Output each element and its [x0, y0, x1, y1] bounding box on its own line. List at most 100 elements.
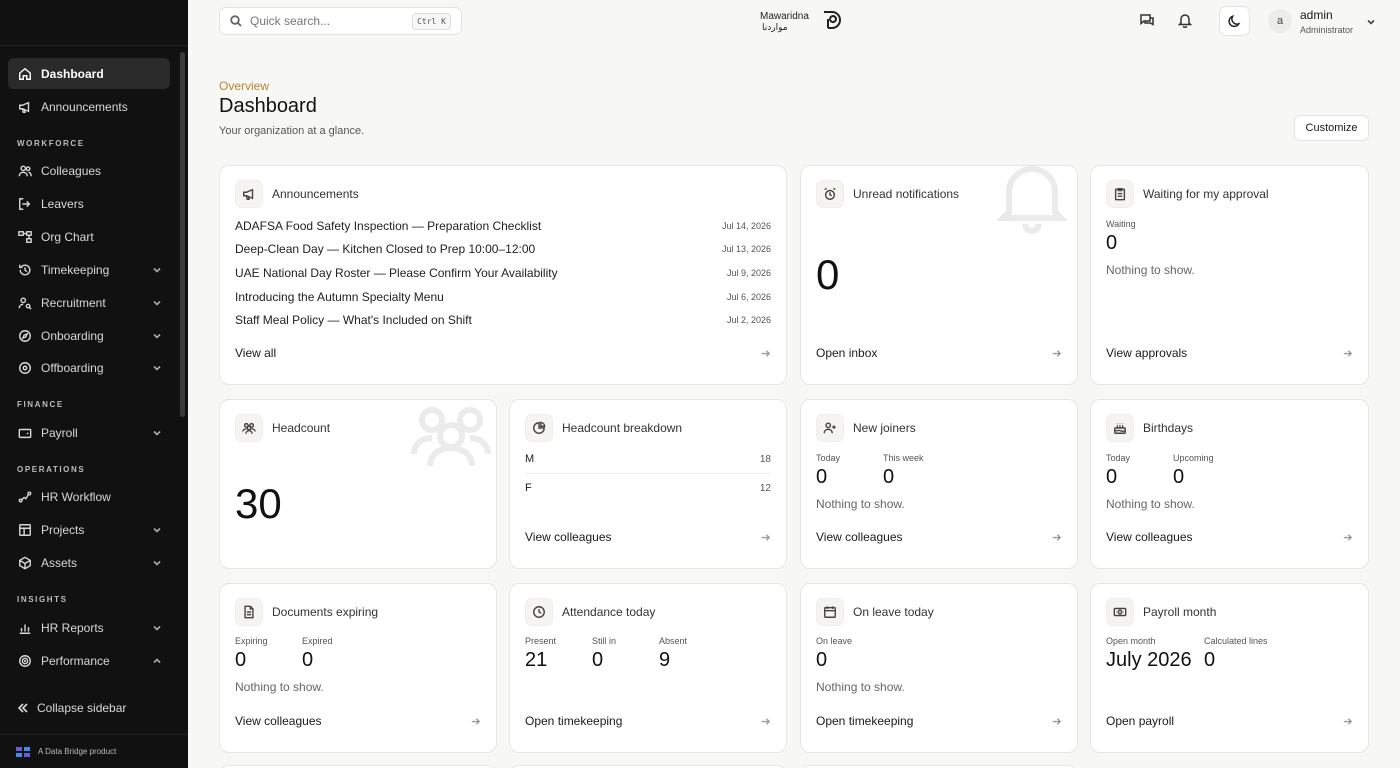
- sidebar-item-offboarding[interactable]: Offboarding: [8, 352, 170, 383]
- chevrons-left-icon: [17, 703, 28, 713]
- announcement-item[interactable]: Introducing the Autumn Specialty Menu Jul…: [235, 289, 771, 305]
- notifications-button[interactable]: [1177, 12, 1195, 30]
- announcement-item[interactable]: ADAFSA Food Safety Inspection — Preparat…: [235, 218, 771, 234]
- sidebar-item-performance[interactable]: Performance: [8, 645, 170, 676]
- sidebar-item-recruitment[interactable]: Recruitment: [8, 287, 170, 318]
- sidebar-scrollbar[interactable]: [180, 52, 185, 417]
- card-footer-link[interactable]: Open timekeeping: [816, 714, 1062, 728]
- chevron-down-icon: [152, 427, 162, 437]
- customize-button[interactable]: Customize: [1294, 115, 1369, 141]
- announcement-title: Deep-Clean Day — Kitchen Closed to Prep …: [235, 242, 536, 256]
- sidebar-item-projects[interactable]: Projects: [8, 514, 170, 545]
- waiting-count: 0: [1106, 232, 1118, 254]
- sidebar-item-label: Colleagues: [41, 163, 102, 178]
- announcement-item[interactable]: UAE National Day Roster — Please Confirm…: [235, 265, 771, 281]
- card-footer-link[interactable]: Open payroll: [1106, 714, 1353, 728]
- sidebar-item-org-chart[interactable]: Org Chart: [8, 221, 170, 252]
- card-title: Headcount: [272, 421, 331, 435]
- card-footer-link[interactable]: View all: [235, 346, 771, 360]
- data-bridge-logo-icon: [16, 746, 30, 757]
- layout-icon: [18, 523, 32, 537]
- card-title: Waiting for my approval: [1143, 187, 1269, 201]
- sidebar-item-colleagues[interactable]: Colleagues: [8, 155, 170, 186]
- search-input[interactable]: [250, 14, 410, 28]
- stat-label: Expiring: [235, 636, 268, 646]
- sidebar-item-onboarding[interactable]: Onboarding: [8, 320, 170, 351]
- brand-name-arabic: مواردنا: [762, 23, 788, 33]
- messages-button[interactable]: [1139, 12, 1157, 30]
- search-icon: [230, 15, 242, 27]
- collapse-sidebar-button[interactable]: Collapse sidebar: [17, 696, 126, 720]
- brand-logo[interactable]: Mawaridna مواردنا: [760, 9, 842, 33]
- moon-icon: [1228, 14, 1241, 27]
- sidebar-section-operations: OPERATIONS: [17, 465, 86, 474]
- bar-chart-icon: [18, 621, 32, 635]
- announcement-date: Jul 14, 2026: [721, 221, 771, 231]
- open-timekeeping-link[interactable]: Open timekeeping: [816, 714, 913, 728]
- search-shortcut: Ctrl K: [412, 13, 451, 30]
- sidebar-item-label: Offboarding: [41, 360, 104, 375]
- view-colleagues-link[interactable]: View colleagues: [525, 530, 612, 544]
- wallet-icon: [18, 426, 32, 440]
- stat-value: 0: [816, 649, 828, 671]
- sidebar-item-label: Dashboard: [41, 66, 104, 81]
- sidebar-item-dashboard[interactable]: Dashboard: [8, 58, 170, 89]
- view-all-link[interactable]: View all: [235, 346, 276, 360]
- open-timekeeping-link[interactable]: Open timekeeping: [525, 714, 622, 728]
- unread-notifications-card: Unread notifications 0 Open inbox: [800, 165, 1078, 385]
- documents-expiring-card: Documents expiring Expiring 0 Expired 0 …: [219, 583, 497, 753]
- headcount-value: 30: [235, 480, 282, 527]
- theme-toggle-button[interactable]: [1219, 6, 1250, 36]
- card-footer-link[interactable]: View colleagues: [816, 530, 1062, 544]
- stat-value: 21: [525, 649, 548, 671]
- card-footer-link[interactable]: View colleagues: [525, 530, 771, 544]
- collapse-sidebar-label: Collapse sidebar: [37, 701, 127, 715]
- user-role: Administrator: [1300, 25, 1354, 35]
- pie-chart-icon: [525, 414, 553, 442]
- sidebar-section-insights: INSIGHTS: [17, 595, 68, 604]
- card-footer-link[interactable]: Open timekeeping: [525, 714, 771, 728]
- stat-label: Calculated lines: [1204, 636, 1268, 646]
- card-footer-link[interactable]: View approvals: [1106, 346, 1353, 360]
- breakdown-value: 18: [759, 453, 771, 465]
- quick-search[interactable]: Ctrl K: [219, 7, 462, 35]
- open-payroll-link[interactable]: Open payroll: [1106, 714, 1174, 728]
- clipboard-icon: [1106, 180, 1134, 208]
- breakdown-row: M 18: [525, 451, 771, 467]
- stat-value: 0: [1173, 466, 1185, 488]
- sidebar-item-hr-reports[interactable]: HR Reports: [8, 612, 170, 643]
- card-footer-link[interactable]: View colleagues: [1106, 530, 1353, 544]
- announcements-card: Announcements ADAFSA Food Safety Inspect…: [219, 165, 787, 385]
- announcement-item[interactable]: Deep-Clean Day — Kitchen Closed to Prep …: [235, 241, 771, 257]
- headcount-breakdown-card: Headcount breakdown M 18 F 12 View colleag…: [509, 399, 787, 569]
- logout-icon: [18, 197, 32, 211]
- sidebar-item-assets[interactable]: Assets: [8, 547, 170, 578]
- avatar[interactable]: a: [1268, 9, 1292, 33]
- view-colleagues-link[interactable]: View colleagues: [235, 714, 322, 728]
- sidebar-item-timekeeping[interactable]: Timekeeping: [8, 254, 170, 285]
- waiting-label: Waiting: [1106, 219, 1136, 229]
- card-header: New joiners: [816, 414, 916, 442]
- sidebar-item-announcements[interactable]: Announcements: [8, 91, 170, 122]
- card-footer-link[interactable]: Open inbox: [816, 346, 1062, 360]
- view-colleagues-link[interactable]: View colleagues: [816, 530, 903, 544]
- sidebar-item-label: Recruitment: [41, 295, 106, 310]
- sidebar-item-hr-workflow[interactable]: HR Workflow: [8, 481, 170, 512]
- announcement-title: Introducing the Autumn Specialty Menu: [235, 290, 444, 304]
- card-header: Headcount breakdown: [525, 414, 682, 442]
- sidebar-item-payroll[interactable]: Payroll: [8, 417, 170, 448]
- target-icon: [18, 654, 32, 668]
- view-approvals-link[interactable]: View approvals: [1106, 346, 1187, 360]
- sidebar-item-leavers[interactable]: Leavers: [8, 188, 170, 219]
- view-colleagues-link[interactable]: View colleagues: [1106, 530, 1193, 544]
- user-menu-toggle[interactable]: [1366, 16, 1376, 30]
- brand-mark-icon: [824, 11, 841, 29]
- brand-name-latin: Mawaridna: [760, 11, 809, 22]
- user-name[interactable]: admin: [1300, 8, 1333, 22]
- open-inbox-link[interactable]: Open inbox: [816, 346, 877, 360]
- chevron-down-icon: [152, 557, 162, 567]
- card-title: Documents expiring: [272, 605, 379, 619]
- footer-text: A Data Bridge product: [38, 747, 117, 756]
- card-footer-link[interactable]: View colleagues: [235, 714, 481, 728]
- announcement-item[interactable]: Staff Meal Policy — What's Included on S…: [235, 312, 771, 328]
